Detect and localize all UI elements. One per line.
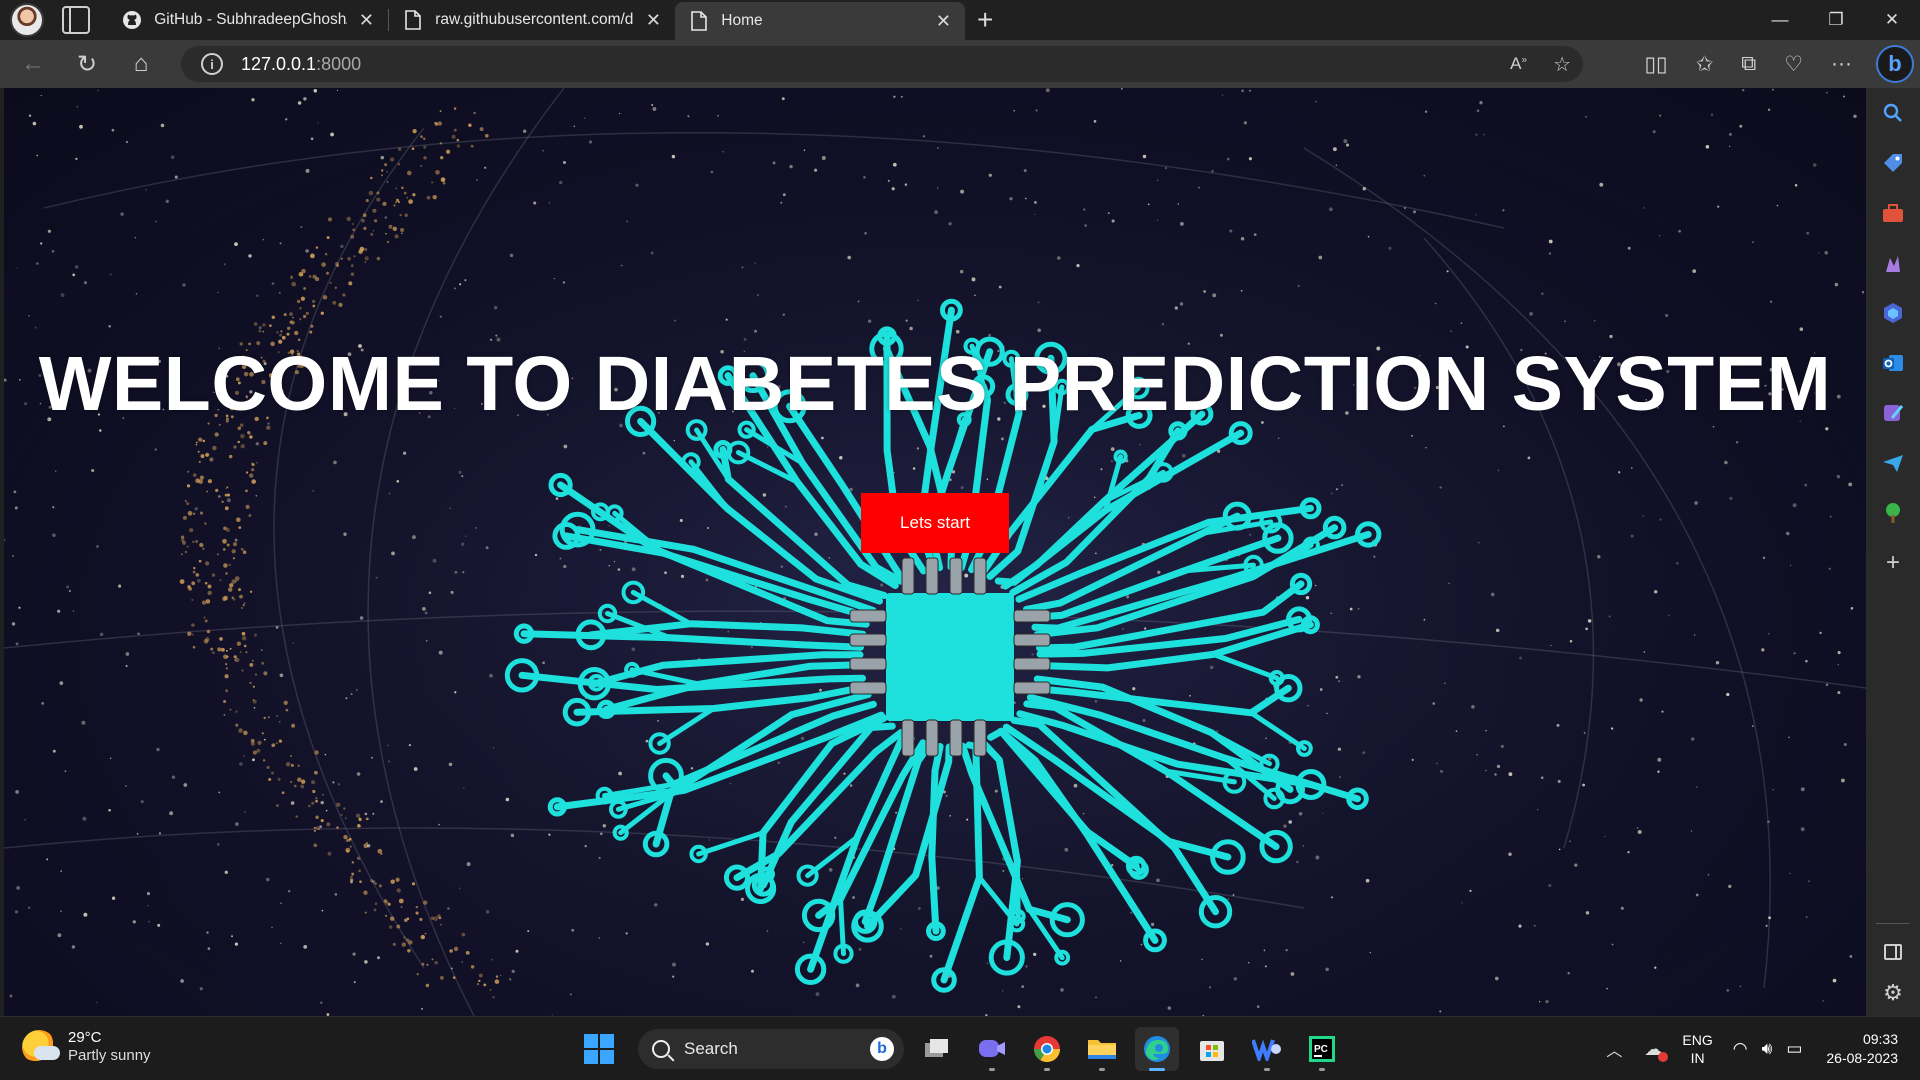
favorites-icon[interactable]: ✩ <box>1696 52 1714 77</box>
search-icon <box>652 1040 670 1058</box>
designer-icon[interactable] <box>1878 398 1908 428</box>
teams-chat-icon[interactable] <box>970 1027 1014 1071</box>
edge-sidebar: + ⚙ <box>1866 88 1920 1016</box>
svg-text:PC: PC <box>1314 1044 1328 1055</box>
bing-icon[interactable]: b <box>870 1037 894 1061</box>
search-icon[interactable] <box>1878 98 1908 128</box>
battery-icon[interactable]: ▭ <box>1786 1039 1802 1059</box>
tab-label: Home <box>721 12 763 29</box>
github-icon <box>122 9 142 31</box>
tab-github[interactable]: GitHub - SubhradeepGhosh/Diat ✕ <box>108 0 388 40</box>
page-icon <box>403 9 423 31</box>
shopping-tag-icon[interactable] <box>1878 148 1908 178</box>
weather-condition: Partly sunny <box>68 1047 151 1064</box>
home-button[interactable]: ⌂ <box>120 45 162 83</box>
page-icon <box>689 10 709 32</box>
tab-actions-icon[interactable] <box>62 6 90 34</box>
tree-icon[interactable] <box>1878 498 1908 528</box>
clock-date: 26-08-2023 <box>1826 1050 1898 1066</box>
refresh-button[interactable]: ↻ <box>66 45 108 83</box>
close-icon[interactable]: ✕ <box>359 10 374 31</box>
microsoft-365-icon[interactable] <box>1878 298 1908 328</box>
favorite-star-icon[interactable]: ☆ <box>1553 52 1571 77</box>
pycharm-icon[interactable]: PC <box>1300 1027 1344 1071</box>
page-content: WELCOME TO DIABETES PREDICTION SYSTEM Le… <box>4 88 1866 1016</box>
outlook-icon[interactable] <box>1878 348 1908 378</box>
input-language[interactable]: ENG IN <box>1682 1031 1712 1067</box>
browser-essentials-icon[interactable]: ♡ <box>1784 52 1803 77</box>
page-title: WELCOME TO DIABETES PREDICTION SYSTEM <box>38 341 1832 427</box>
partly-sunny-icon <box>22 1030 60 1064</box>
word-app-icon[interactable] <box>1245 1027 1289 1071</box>
url-port: :8000 <box>316 53 362 74</box>
close-icon[interactable]: ✕ <box>646 10 661 31</box>
tab-strip: GitHub - SubhradeepGhosh/Diat ✕ raw.gith… <box>0 0 1920 40</box>
info-icon[interactable]: i <box>201 53 223 75</box>
region-code: IN <box>1690 1050 1705 1066</box>
show-hidden-icons-chevron-icon[interactable]: ︿ <box>1606 1037 1622 1061</box>
windows-taskbar: 29°C Partly sunny Search b PC ︿ ☁ ENG IN… <box>0 1016 1920 1080</box>
url-host: 127.0.0.1 <box>241 53 317 74</box>
address-bar[interactable]: i 127.0.0.1:8000 A» ☆ <box>181 46 1583 82</box>
onedrive-error-icon[interactable]: ☁ <box>1644 1039 1669 1062</box>
settings-gear-icon[interactable]: ⚙ <box>1883 980 1903 1006</box>
microsoft-store-icon[interactable] <box>1190 1027 1234 1071</box>
browser-toolbar: ← ↻ ⌂ i 127.0.0.1:8000 A» ☆ ▯▯ ✩ ⧉ ♡ ···… <box>0 40 1920 88</box>
wifi-icon[interactable]: ◠ <box>1733 1039 1748 1059</box>
tools-icon[interactable] <box>1878 198 1908 228</box>
windows-start-icon[interactable] <box>584 1034 614 1064</box>
tab-label: raw.githubusercontent.com/dphi <box>435 11 634 28</box>
language-code: ENG <box>1682 1032 1713 1048</box>
collections-icon[interactable]: ⧉ <box>1741 52 1756 76</box>
send-icon[interactable] <box>1878 448 1908 478</box>
bing-copilot-icon[interactable]: b <box>1876 45 1914 83</box>
taskbar-search[interactable]: Search b <box>638 1029 904 1069</box>
profile-avatar[interactable] <box>10 3 44 37</box>
sidebar-divider <box>1876 923 1910 924</box>
tab-home[interactable]: Home ✕ <box>675 2 965 40</box>
tab-label: GitHub - SubhradeepGhosh/Diat <box>154 11 347 28</box>
games-icon[interactable] <box>1878 248 1908 278</box>
minimize-button[interactable]: — <box>1752 0 1808 40</box>
close-icon[interactable]: ✕ <box>936 11 951 32</box>
weather-temperature: 29°C <box>68 1029 102 1046</box>
weather-widget[interactable]: 29°C Partly sunny <box>22 1029 151 1065</box>
task-view-icon[interactable] <box>915 1027 959 1071</box>
search-label: Search <box>684 1039 738 1058</box>
lets-start-button[interactable]: Lets start <box>861 493 1009 553</box>
add-icon[interactable]: + <box>1878 548 1908 578</box>
restore-button[interactable]: ❐ <box>1808 0 1864 40</box>
url-text[interactable]: 127.0.0.1:8000 <box>241 54 361 75</box>
tab-raw-github[interactable]: raw.githubusercontent.com/dphi ✕ <box>389 0 675 40</box>
clock[interactable]: 09:33 26-08-2023 <box>1826 1030 1898 1068</box>
back-button[interactable]: ← <box>12 45 54 83</box>
clock-time: 09:33 <box>1862 1031 1898 1047</box>
chrome-icon[interactable] <box>1025 1027 1069 1071</box>
window-controls: — ❐ ✕ <box>1752 0 1920 40</box>
close-window-button[interactable]: ✕ <box>1864 0 1920 40</box>
volume-icon[interactable]: 🔊︎ <box>1762 1039 1773 1059</box>
file-explorer-icon[interactable] <box>1080 1027 1124 1071</box>
split-screen-icon[interactable]: ▯▯ <box>1644 52 1667 77</box>
more-options-icon[interactable]: ··· <box>1831 52 1852 76</box>
hide-sidebar-icon[interactable] <box>1884 944 1902 960</box>
new-tab-button[interactable]: + <box>977 4 993 36</box>
read-aloud-icon[interactable]: A» <box>1510 54 1527 74</box>
system-tray: ︿ ☁ ENG IN ◠ 🔊︎ ▭ 09:33 26-08-2023 <box>1606 1025 1898 1073</box>
edge-icon[interactable] <box>1135 1027 1179 1071</box>
